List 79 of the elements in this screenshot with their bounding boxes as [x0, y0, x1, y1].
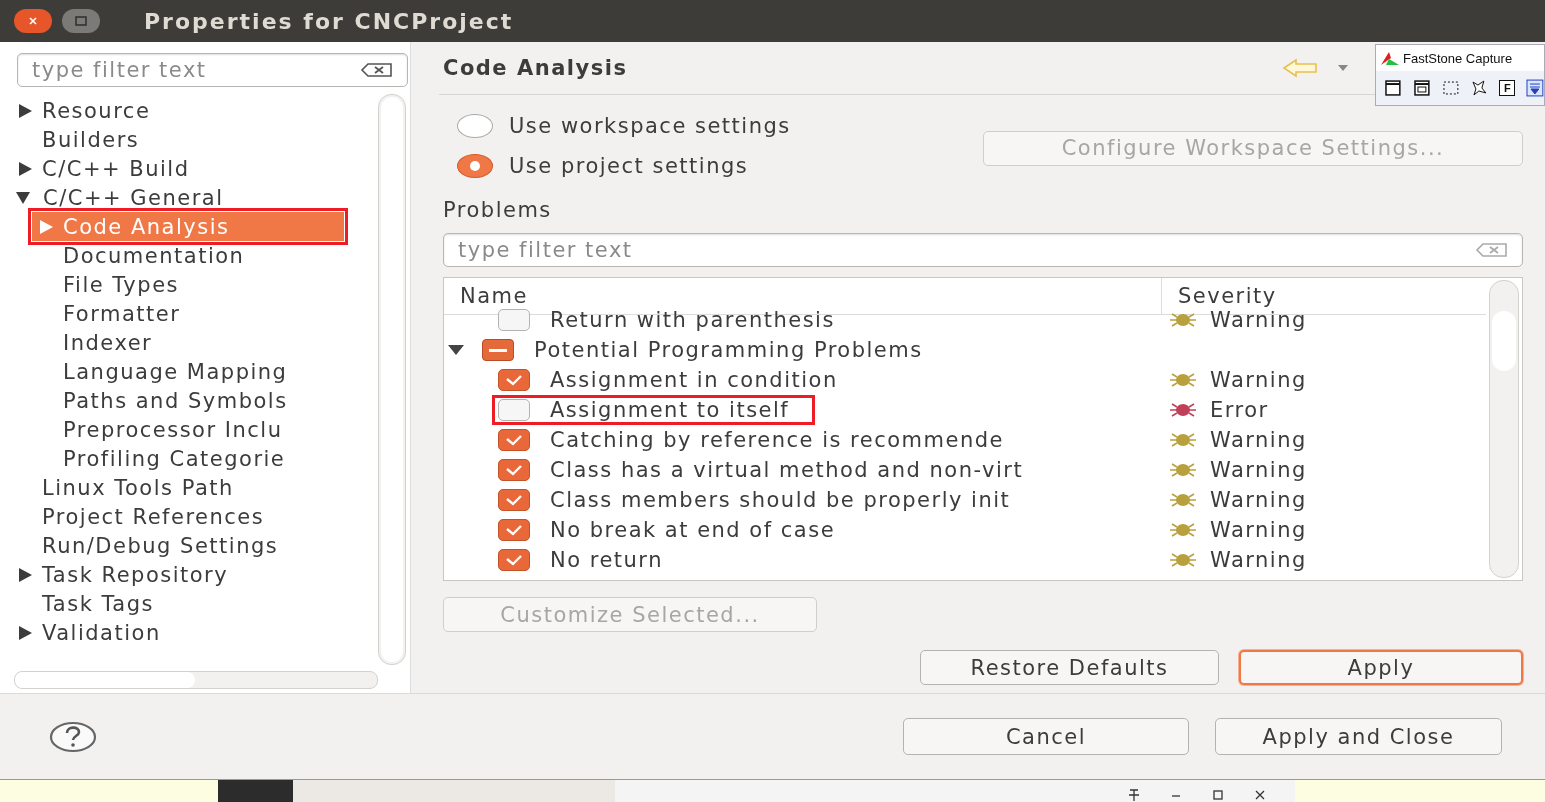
table-row[interactable]: Potential Programming Problems	[444, 335, 1486, 365]
checkbox[interactable]	[498, 519, 530, 541]
checkbox[interactable]	[498, 459, 530, 481]
tree-item[interactable]: Builders	[12, 125, 374, 154]
maximize-icon	[75, 16, 87, 26]
table-row[interactable]: Class has a virtual method and non-virt Warning	[444, 455, 1486, 485]
tree-item[interactable]: Documentation	[12, 241, 374, 270]
region-icon[interactable]	[1441, 79, 1460, 97]
scroll-capture-icon[interactable]	[1526, 79, 1544, 97]
tree-item[interactable]: Validation	[12, 618, 374, 647]
star-icon[interactable]	[1470, 79, 1489, 97]
close-icon[interactable]	[1253, 788, 1267, 802]
check-icon	[505, 524, 523, 536]
cancel-button[interactable]: Cancel	[903, 718, 1189, 755]
section-label: Problems	[443, 197, 553, 224]
close-button[interactable]	[14, 9, 52, 33]
check-icon	[505, 554, 523, 566]
apply-button[interactable]: Apply	[1239, 650, 1523, 685]
toolbar-title: FastStone Capture	[1403, 50, 1513, 66]
tree-item[interactable]: Resource	[12, 96, 374, 125]
checkbox[interactable]	[498, 309, 530, 331]
pin-icon[interactable]	[1127, 788, 1141, 802]
window-icon[interactable]	[1384, 79, 1402, 97]
checkbox[interactable]	[498, 399, 530, 421]
scrollbar[interactable]	[378, 94, 406, 665]
maximize-icon[interactable]	[1211, 788, 1225, 802]
window-title: Properties for CNCProject	[144, 8, 514, 34]
scrollbar[interactable]	[1489, 280, 1519, 578]
radio-icon[interactable]	[457, 114, 493, 138]
table-row[interactable]: Class members should be properly init Warning	[444, 485, 1486, 515]
tree-item[interactable]: Task Repository	[12, 560, 374, 589]
expander-icon[interactable]	[448, 345, 464, 355]
tree-item[interactable]: Profiling Categorie	[12, 444, 374, 473]
maximize-button[interactable]	[62, 9, 100, 33]
filter-field[interactable]: type filter text	[443, 233, 1523, 267]
radio-option[interactable]: Use project settings	[457, 147, 791, 185]
table-row[interactable]: Assignment to itself Error	[444, 395, 1486, 425]
expander-icon[interactable]	[19, 567, 32, 582]
fixed-region-icon[interactable]: F	[1499, 80, 1516, 96]
checkbox[interactable]	[498, 489, 530, 511]
category-icon	[482, 339, 514, 361]
tree-item[interactable]: Task Tags	[12, 589, 374, 618]
tree-item[interactable]: File Types	[12, 270, 374, 299]
check-icon	[505, 494, 523, 506]
table-row[interactable]: Assignment in condition Warning	[444, 365, 1486, 395]
table-row[interactable]: Catching by reference is recommende Warning	[444, 425, 1486, 455]
clear-icon[interactable]	[360, 62, 394, 78]
check-icon	[505, 434, 523, 446]
expander-icon[interactable]	[19, 103, 32, 118]
logo-icon	[1380, 50, 1400, 66]
expander-icon[interactable]	[19, 625, 32, 640]
checkbox[interactable]	[498, 369, 530, 391]
checkbox[interactable]	[498, 429, 530, 451]
checkbox[interactable]	[498, 549, 530, 571]
tree-item[interactable]: Run/Debug Settings	[12, 531, 374, 560]
table-row[interactable]: No return Warning	[444, 545, 1486, 575]
tree-item[interactable]: Formatter	[12, 299, 374, 328]
dropdown-icon[interactable]	[1336, 63, 1350, 73]
restore-defaults-button[interactable]: Restore Defaults	[920, 650, 1219, 685]
tree-item[interactable]: Preprocessor Inclu	[12, 415, 374, 444]
tree-item[interactable]: C/C++ Build	[12, 154, 374, 183]
radio-option[interactable]: Use workspace settings	[457, 107, 791, 145]
filter-field[interactable]: type filter text	[17, 53, 408, 87]
tree-item[interactable]: Linux Tools Path	[12, 473, 374, 502]
window-icon[interactable]	[1412, 79, 1431, 97]
expander-icon[interactable]	[19, 161, 32, 176]
check-icon	[505, 464, 523, 476]
help-icon[interactable]	[49, 720, 97, 753]
page-title: Code Analysis	[443, 56, 629, 80]
close-icon	[28, 16, 38, 26]
apply-and-close-button[interactable]: Apply and Close	[1215, 718, 1502, 755]
radio-icon[interactable]	[457, 154, 493, 178]
table-row[interactable]: No break at end of case Warning	[444, 515, 1486, 545]
scrollbar[interactable]	[14, 671, 378, 689]
tree-item[interactable]: Project References	[12, 502, 374, 531]
tree-item[interactable]: Language Mapping	[12, 357, 374, 386]
check-icon	[505, 374, 523, 386]
tree-item[interactable]: Indexer	[12, 328, 374, 357]
tree-item[interactable]: Paths and Symbols	[12, 386, 374, 415]
